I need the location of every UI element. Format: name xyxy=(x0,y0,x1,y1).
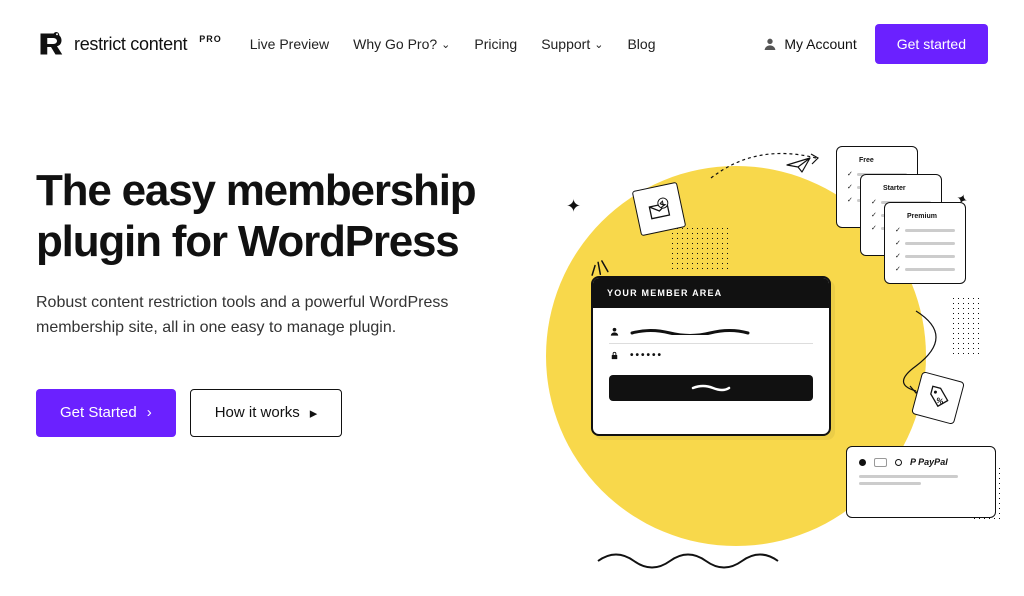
wave-decoration xyxy=(596,546,796,581)
logo-text: restrict content xyxy=(74,34,187,55)
hero-copy: The easy membership plugin for WordPress… xyxy=(36,136,536,596)
radio-selected-icon xyxy=(859,459,866,466)
nav-pricing[interactable]: Pricing xyxy=(474,36,517,52)
envelope-icon xyxy=(632,182,687,237)
hero-subtitle: Robust content restriction tools and a p… xyxy=(36,291,496,341)
get-started-hero-button[interactable]: Get Started › xyxy=(36,389,176,437)
hero-section: The easy membership plugin for WordPress… xyxy=(0,76,1024,596)
nav-why-go-pro[interactable]: Why Go Pro? ⌄ xyxy=(353,36,450,52)
paper-plane-icon xyxy=(786,156,812,179)
chevron-down-icon: ⌄ xyxy=(594,38,603,51)
payment-card: P PayPal xyxy=(846,446,996,518)
nav-live-preview[interactable]: Live Preview xyxy=(250,36,329,52)
chevron-right-icon: › xyxy=(147,404,152,421)
my-account-link[interactable]: My Account xyxy=(762,36,856,52)
logo[interactable]: restrict content PRO xyxy=(36,29,222,59)
lock-icon xyxy=(609,350,620,361)
user-icon xyxy=(762,36,778,52)
login-button-illustration xyxy=(609,375,813,401)
hero-title: The easy membership plugin for WordPress xyxy=(36,166,536,267)
get-started-header-button[interactable]: Get started xyxy=(875,24,988,64)
member-card-header: YOUR MEMBER AREA xyxy=(593,278,829,308)
user-icon xyxy=(609,326,620,337)
scribble-text xyxy=(630,329,750,335)
hero-buttons: Get Started › How it works ▸ xyxy=(36,389,536,437)
dot-pattern-decoration xyxy=(670,226,730,270)
hero-illustration: ✦ ✦ Free ✓ ✓ ✓ Starter ✓ ✓ ✓ xyxy=(536,136,988,596)
play-icon: ▸ xyxy=(310,404,318,422)
radio-unselected-icon xyxy=(895,459,902,466)
discount-tag-icon: % xyxy=(911,371,965,425)
credit-card-icon xyxy=(874,458,887,467)
logo-pro-badge: PRO xyxy=(199,34,222,44)
chevron-down-icon: ⌄ xyxy=(441,38,450,51)
nav-support[interactable]: Support ⌄ xyxy=(541,36,603,52)
main-nav: Live Preview Why Go Pro? ⌄ Pricing Suppo… xyxy=(250,36,656,52)
member-area-card: YOUR MEMBER AREA •••••• xyxy=(591,276,831,436)
how-it-works-button[interactable]: How it works ▸ xyxy=(190,389,343,437)
svg-text:%: % xyxy=(935,396,944,407)
logo-mark-icon xyxy=(36,29,66,59)
plan-card-premium: Premium ✓ ✓ ✓ ✓ xyxy=(884,202,966,284)
header: restrict content PRO Live Preview Why Go… xyxy=(0,0,1024,76)
star-icon: ✦ xyxy=(566,196,581,217)
nav-blog[interactable]: Blog xyxy=(627,36,655,52)
